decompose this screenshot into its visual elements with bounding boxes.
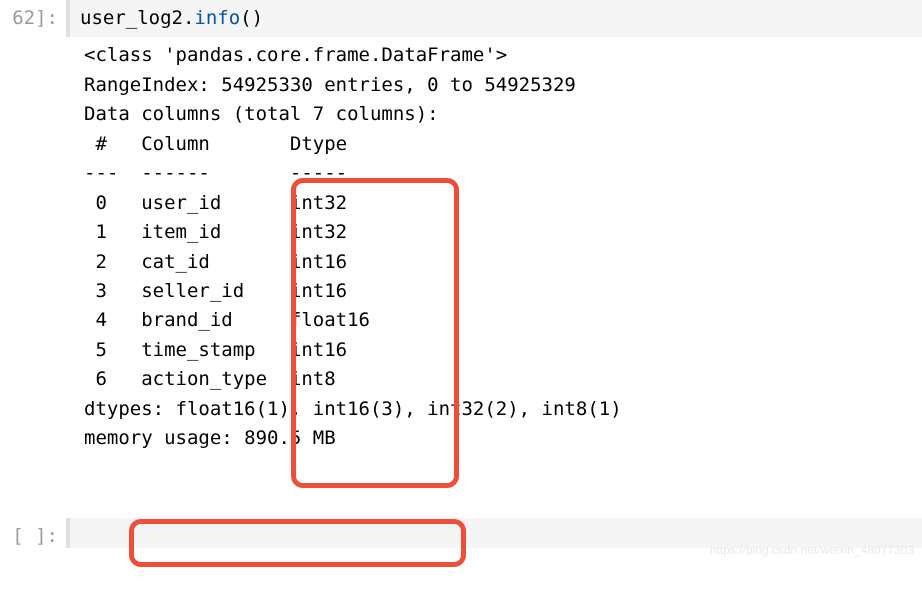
out-header: # Column Dtype [84,133,370,155]
code-method: info [194,7,240,29]
out-dtypes: dtypes: float16(1), int16(3), int32(2), … [84,398,622,420]
input-prompt: 62]: [0,0,66,37]
input-cell: 62]: user_log2.info() [0,0,922,37]
out-row-6: 6 action_type int8 [84,368,370,390]
out-row-2: 2 cat_id int16 [84,251,370,273]
out-divider: --- ------ ----- [84,162,370,184]
output-prompt-blank [0,37,66,45]
out-memory: memory usage: 890.5 MB [84,427,336,449]
code-paren: () [240,7,263,29]
next-input-prompt: [ ]: [0,518,66,555]
code-input[interactable]: user_log2.info() [66,0,922,37]
code-dot: . [183,7,194,29]
watermark-text: https://blog.csdn.net/weixin_48077303 [710,541,914,560]
out-row-4: 4 brand_id float16 [84,309,370,331]
output-cell: <class 'pandas.core.frame.DataFrame'> Ra… [0,37,922,516]
out-row-5: 5 time_stamp int16 [84,339,370,361]
out-row-0: 0 user_id int32 [84,192,370,214]
out-cols: Data columns (total 7 columns): [84,103,439,125]
output-text: <class 'pandas.core.frame.DataFrame'> Ra… [66,37,922,516]
out-row-1: 1 item_id int32 [84,221,370,243]
code-variable: user_log2 [80,7,183,29]
out-range: RangeIndex: 54925330 entries, 0 to 54925… [84,74,576,96]
out-class: <class 'pandas.core.frame.DataFrame'> [84,44,507,66]
out-row-3: 3 seller_id int16 [84,280,370,302]
